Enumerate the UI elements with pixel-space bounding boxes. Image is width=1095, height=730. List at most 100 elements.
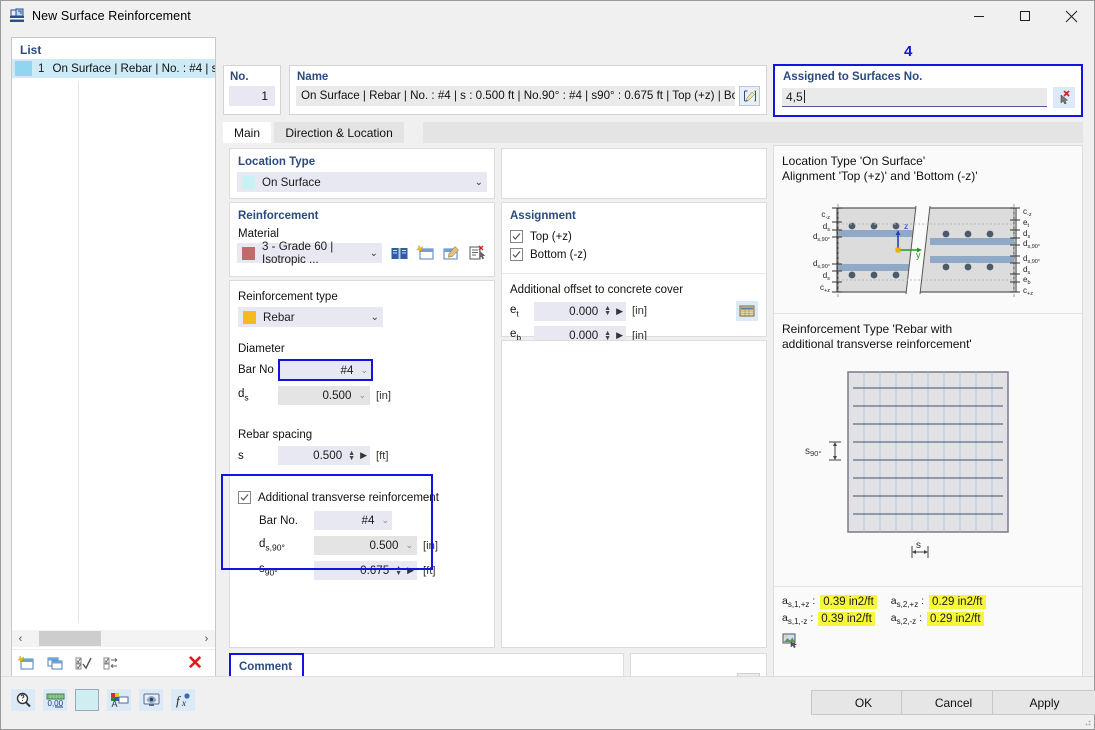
assignment-bottom-row[interactable]: Bottom (-z) [510,248,766,261]
assigned-surfaces-group: Assigned to Surfaces No. 4,5 [773,64,1083,117]
new-material-icon[interactable] [414,243,436,263]
reinforcement-type-panel: Reinforcement type Rebar ⌄ Diameter Bar … [229,280,495,648]
check-all-icon[interactable] [72,654,94,674]
svg-text:z: z [904,221,909,231]
view-icon[interactable] [139,689,163,711]
list-panel: List 1 On Surface | Rebar | No. : #4 | s… [11,37,216,678]
delete-icon[interactable]: ✕ [187,654,203,673]
toggle-check-icon[interactable] [100,654,122,674]
assigned-surfaces-input[interactable]: 4,5 [782,88,1047,107]
resize-grip[interactable] [1081,716,1091,726]
name-row: On Surface | Rebar | No. : #4 | s : 0.50… [296,86,760,106]
assigned-surfaces-label: Assigned to Surfaces No. [783,71,923,83]
bottom-toolbar: 0,00 A f x [11,689,195,711]
location-type-select[interactable]: On Surface ⌄ [237,172,487,192]
et-input[interactable]: 0.000 ▲ ▼ ▶ [534,301,626,321]
material-library-icon[interactable] [388,243,410,263]
results-column-1: as,1,+z : 0.39 in2/ft as,1,-z : 0.39 in2… [782,595,877,626]
s-unit: [ft] [376,449,389,462]
color-swatch-icon[interactable] [75,689,99,711]
tab-direction-location[interactable]: Direction & Location [274,122,404,143]
material-action-icons [388,243,488,263]
edit-name-icon[interactable] [739,86,760,106]
results-area: as,1,+z : 0.39 in2/ft as,1,-z : 0.39 in2… [774,587,1082,626]
edit-material-icon[interactable] [440,243,462,263]
bar-no-select[interactable]: #4 ⌄ [278,359,373,381]
maximize-icon[interactable] [1002,1,1048,31]
new-item-icon[interactable] [16,654,38,674]
material-swatch [242,246,255,260]
copy-item-icon[interactable] [44,654,66,674]
chevron-down-icon: ⌄ [360,364,368,375]
surface-reinforcement-icon [9,8,25,24]
name-input[interactable]: On Surface | Rebar | No. : #4 | s : 0.50… [296,86,735,106]
bar-no-label: Bar No [238,364,274,376]
assignment-top-row[interactable]: Top (+z) [510,230,766,243]
reinforcement-type-label: Reinforcement type [238,291,338,303]
material-label: Material [238,228,279,240]
dialog-body: List 1 On Surface | Rebar | No. : #4 | s… [1,31,1095,729]
bottom-z-checkbox[interactable] [510,248,523,261]
list-horizontal-scrollbar[interactable]: ‹ › [12,630,215,647]
apply-button[interactable]: Apply [992,690,1095,715]
numeric-format-icon[interactable]: 0,00 [43,689,67,711]
offset-et-row: et 0.000 ▲ ▼ ▶ [in] [510,301,758,321]
function-icon[interactable]: f x [171,689,195,711]
annotation-icon[interactable]: A [107,689,131,711]
window-title: New Surface Reinforcement [32,9,191,23]
tab-main[interactable]: Main [223,122,272,143]
location-type-value: On Surface [262,175,321,189]
offset-table-icon[interactable] [736,301,758,321]
list-toolbar: ✕ [12,649,215,677]
list-column-separator [78,82,79,622]
spinner-icon[interactable]: ▲ ▼ [604,305,611,317]
assigned-surfaces-value: 4,5 [786,90,803,104]
et-value: 0.000 [569,304,599,318]
reinforcement-type-swatch [243,310,256,324]
reinforcement-panel: Reinforcement Material 3 - Grade 60 | Is… [229,202,495,277]
spinner-icon[interactable]: ▲ ▼ [604,330,611,342]
top-z-checkbox[interactable] [510,230,523,243]
spinner-icon[interactable]: ▲ ▼ [348,450,355,462]
list-item[interactable]: 1 On Surface | Rebar | No. : #4 | s : 0.… [12,59,215,78]
scrollbar-track[interactable] [29,630,198,647]
reinforcement-type-select[interactable]: Rebar ⌄ [238,307,383,327]
expand-arrow-icon[interactable]: ▶ [360,450,367,461]
s-value: 0.500 [313,449,343,462]
preview-panel: Location Type 'On Surface' Alignment 'To… [773,145,1083,706]
svg-text:A: A [111,699,117,708]
s-input[interactable]: 0.500 ▲ ▼ ▶ [278,446,370,465]
number-label: No. [230,71,249,83]
middle-bottom-panel [501,340,767,648]
scroll-left-arrow-icon[interactable]: ‹ [12,633,29,645]
scrollbar-thumb[interactable] [39,631,101,646]
zoom-icon[interactable] [11,689,35,711]
bar-no-row: Bar No #4 ⌄ [238,359,486,381]
cancel-button[interactable]: Cancel [901,690,1006,715]
dialog-window: New Surface Reinforcement List 1 On Surf… [0,0,1095,730]
bottom-bar: 0,00 A f x OK Cancel Apply [1,676,1095,729]
export-image-icon[interactable] [782,632,802,650]
text-caret [803,90,805,103]
close-icon[interactable] [1048,1,1094,31]
pick-surfaces-icon[interactable] [1053,87,1075,108]
material-info-icon[interactable] [466,243,488,263]
as1mz-label: as,1,-z : [782,612,814,627]
location-type-swatch [242,175,255,189]
minimize-icon[interactable] [956,1,1002,31]
diameter-label: Diameter [238,343,285,355]
reinforcement-type-value: Rebar [263,310,295,324]
expand-arrow-icon[interactable]: ▶ [616,306,623,317]
preview-line-4: additional transverse reinforcement' [782,337,972,351]
et-label: et [510,303,519,319]
result-row: as,2,-z : 0.29 in2/ft [891,612,986,626]
et-unit: [in] [632,305,648,317]
result-row: as,2,+z : 0.29 in2/ft [891,595,986,609]
bar-no-value: #4 [340,363,354,377]
number-input[interactable]: 1 [229,86,275,106]
as2pz-value: 0.29 in2/ft [929,595,986,610]
material-select[interactable]: 3 - Grade 60 | Isotropic ... ⌄ [237,240,382,266]
scroll-right-arrow-icon[interactable]: › [198,633,215,645]
assignment-panel: Assignment Top (+z) Bottom (-z) Addition… [501,202,767,345]
list-item-number: 1 [38,62,45,75]
